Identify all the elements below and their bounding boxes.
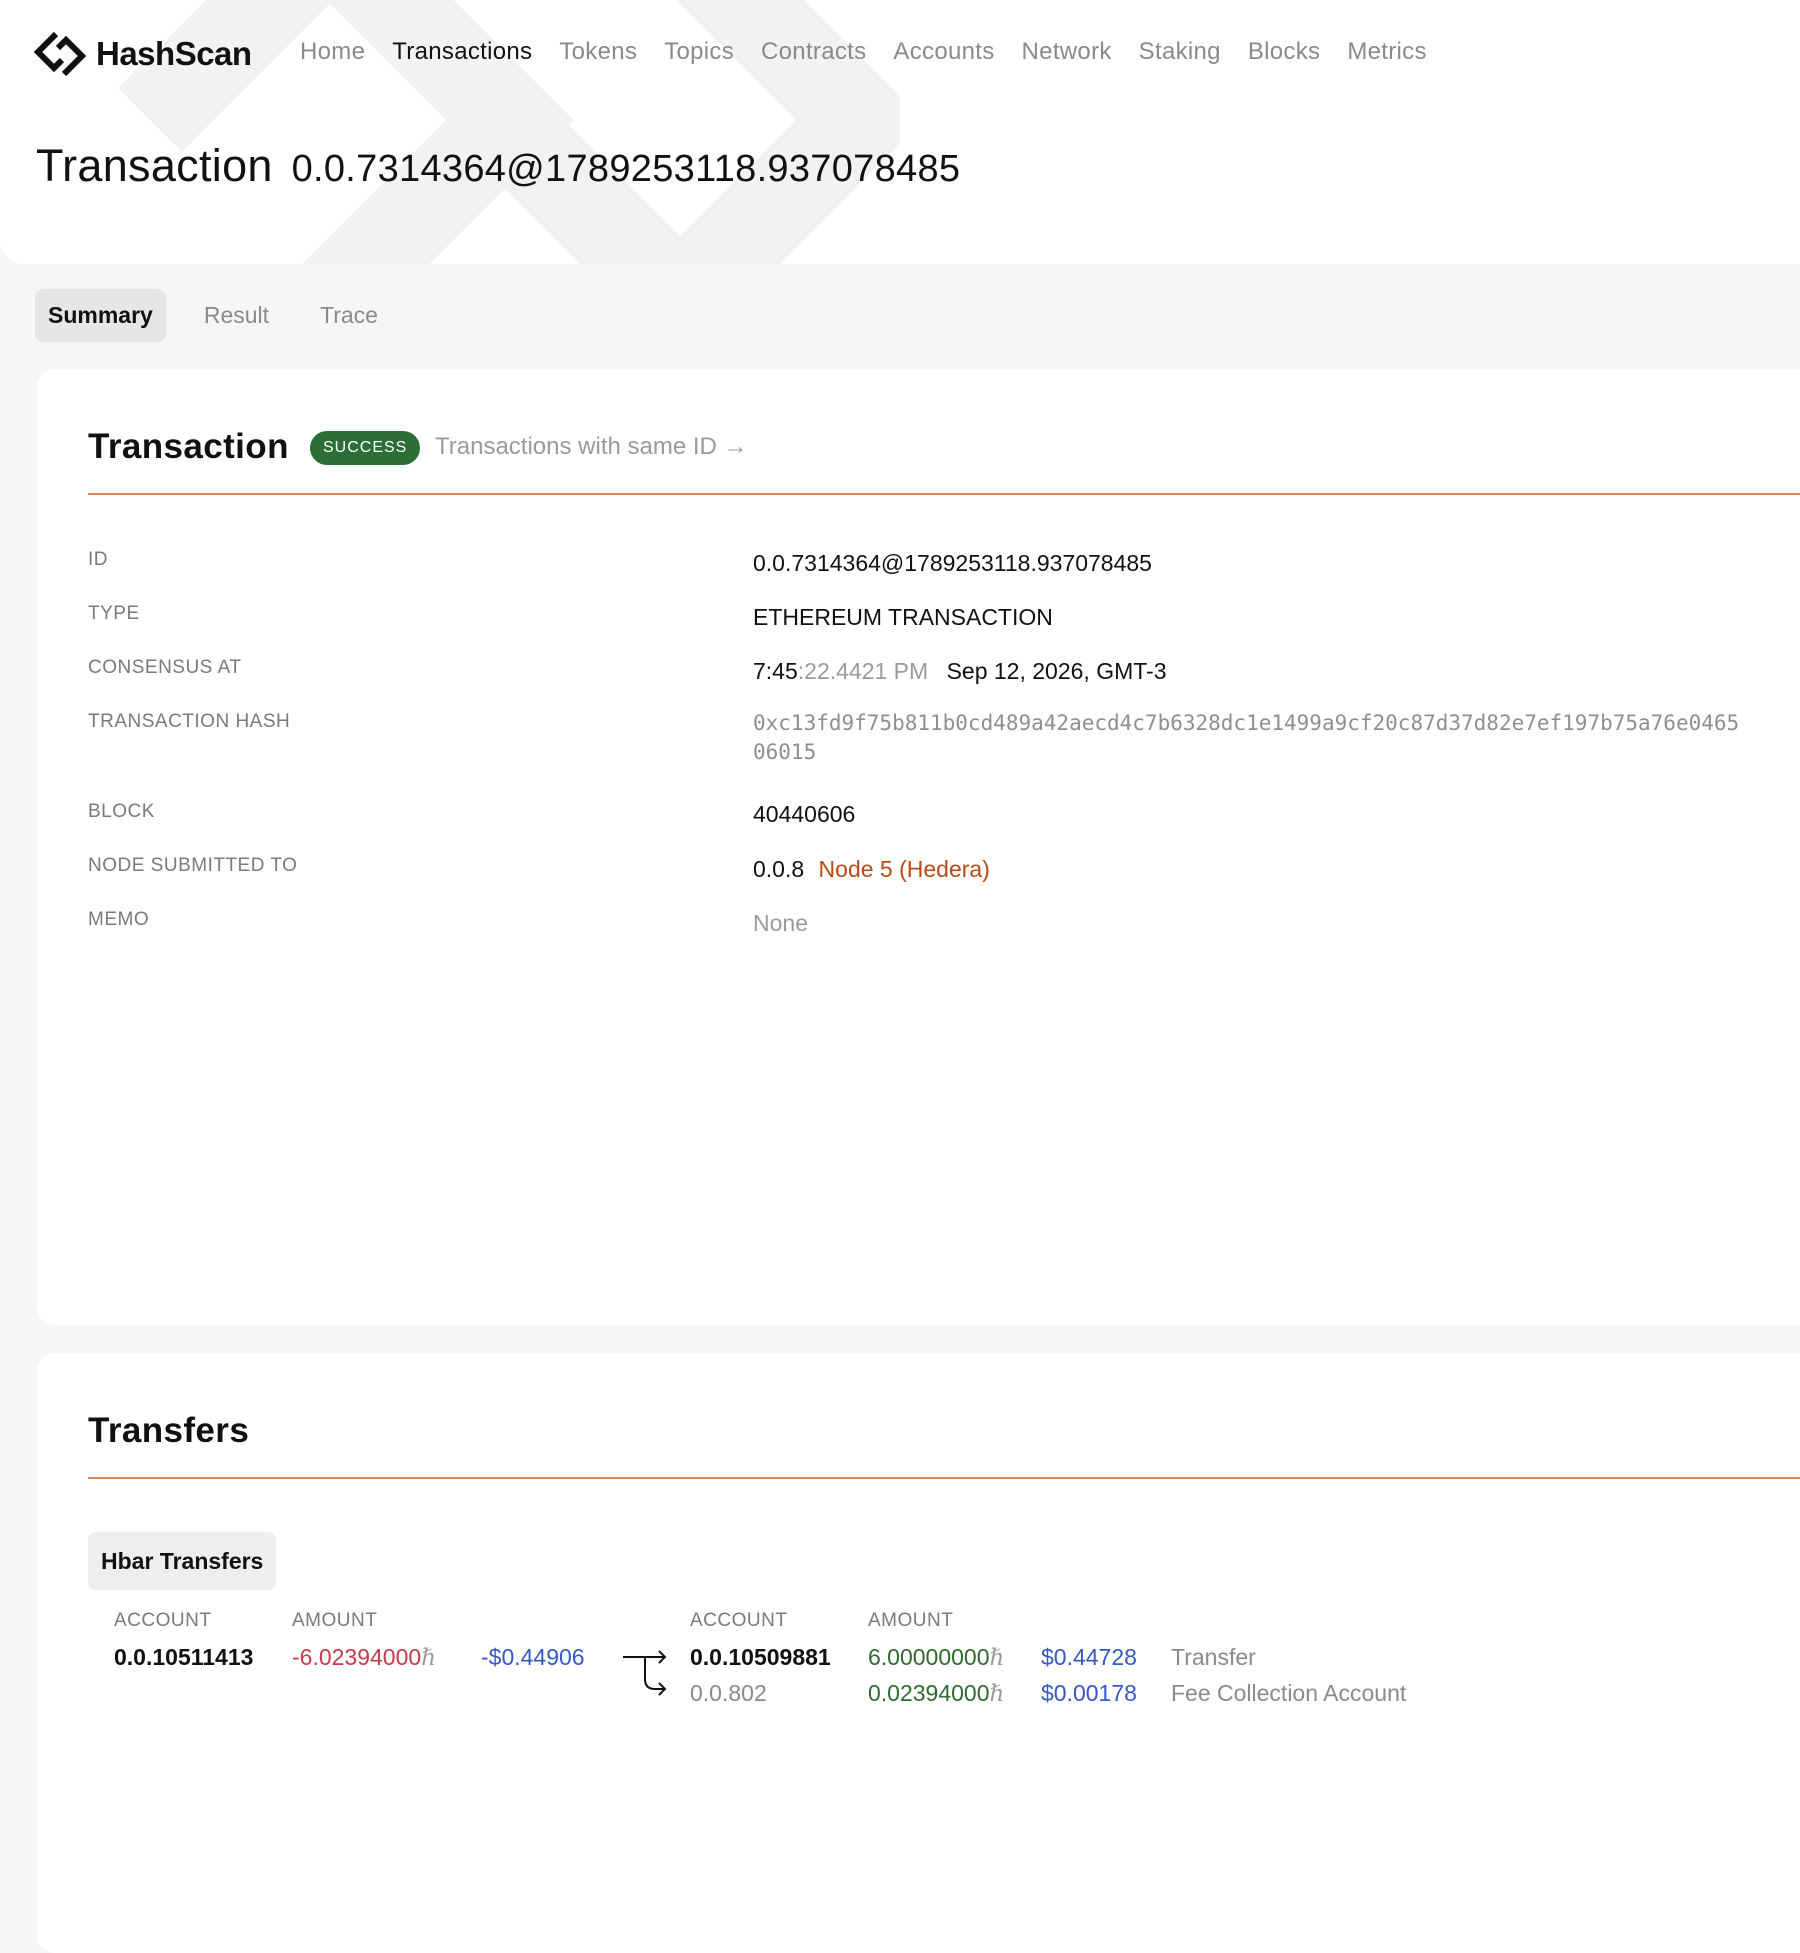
nav-contracts[interactable]: Contracts xyxy=(761,38,866,66)
memo-label: MEMO xyxy=(88,909,150,930)
page-title-transaction-id: 0.0.7314364@1789253118.937078485 xyxy=(291,148,961,190)
block-value[interactable]: 40440606 xyxy=(753,801,855,828)
hbar-transfers-tab[interactable]: Hbar Transfers xyxy=(88,1532,277,1590)
transaction-hash-value: 0xc13fd9f75b811b0cd489a42aecd4c7b6328dc1… xyxy=(753,709,1739,767)
from-amount-header: AMOUNT xyxy=(292,1610,378,1631)
transaction-tabs: Summary Result Trace xyxy=(35,289,416,342)
node-value: 0.0.8 Node 5 (Hedera) xyxy=(753,856,990,883)
id-value: 0.0.7314364@1789253118.937078485 xyxy=(753,550,1152,576)
from-account[interactable]: 0.0.10511413 xyxy=(114,1644,253,1671)
tab-summary[interactable]: Summary xyxy=(35,289,166,342)
node-label: NODE SUBMITTED TO xyxy=(88,855,298,876)
nav-topics[interactable]: Topics xyxy=(664,38,734,66)
to-usd: $0.44728 xyxy=(1041,1644,1137,1670)
id-label: ID xyxy=(88,549,108,570)
tab-result[interactable]: Result xyxy=(191,289,282,342)
card-divider xyxy=(88,493,1800,495)
hashscan-logo-icon xyxy=(34,31,86,77)
from-account-header: ACCOUNT xyxy=(114,1610,212,1631)
nav-accounts[interactable]: Accounts xyxy=(893,38,994,66)
fee-amount: 0.02394000ℏ xyxy=(868,1680,1004,1707)
nav-home[interactable]: Home xyxy=(300,38,365,66)
consensus-date: Sep 12, 2026, GMT-3 xyxy=(946,658,1167,684)
consensus-label: CONSENSUS AT xyxy=(88,657,242,678)
fee-description: Fee Collection Account xyxy=(1171,1680,1407,1706)
fee-account[interactable]: 0.0.802 xyxy=(690,1680,767,1707)
transaction-card-title: Transaction xyxy=(88,427,289,466)
from-amount-value: -6.02394000 xyxy=(292,1644,422,1670)
hash-line-1: 0xc13fd9f75b811b0cd489a42aecd4c7b6328dc1… xyxy=(753,711,1740,735)
from-usd: -$0.44906 xyxy=(481,1644,585,1670)
block-label: BLOCK xyxy=(88,801,155,822)
nav-blocks[interactable]: Blocks xyxy=(1248,38,1321,66)
nav-tokens[interactable]: Tokens xyxy=(559,38,637,66)
hash-line-2: 06015 xyxy=(753,740,817,764)
node-id[interactable]: 0.0.8 xyxy=(753,856,804,882)
nav-staking[interactable]: Staking xyxy=(1139,38,1221,66)
hashscan-logo[interactable]: HashScan xyxy=(34,28,252,80)
consensus-time-main: 7:45 xyxy=(753,658,798,684)
to-amount-header: AMOUNT xyxy=(868,1610,954,1631)
consensus-time-seconds: :22.4421 PM xyxy=(797,658,929,684)
page-title-prefix: Transaction xyxy=(36,140,273,191)
to-amount: 6.00000000ℏ xyxy=(868,1644,1004,1671)
main-nav: Home Transactions Tokens Topics Contract… xyxy=(300,38,1454,66)
node-name-link[interactable]: Node 5 (Hedera) xyxy=(819,856,990,882)
type-label: TYPE xyxy=(88,603,140,624)
consensus-value: 7:45:22.4421 PM Sep 12, 2026, GMT-3 xyxy=(753,658,1166,685)
hbar-symbol-icon: ℏ xyxy=(989,1645,1005,1671)
arrow-right-icon: → xyxy=(723,433,748,460)
to-account[interactable]: 0.0.10509881 xyxy=(690,1644,831,1671)
tab-trace[interactable]: Trace xyxy=(307,289,391,342)
page-header: HashScan Home Transactions Tokens Topics… xyxy=(0,0,1800,264)
to-amount-value: 6.00000000 xyxy=(868,1644,990,1670)
hash-label: TRANSACTION HASH xyxy=(88,711,291,732)
nav-network[interactable]: Network xyxy=(1022,38,1112,66)
same-id-link-label: Transactions with same ID xyxy=(435,433,717,460)
status-badge: SUCCESS xyxy=(310,431,421,465)
from-amount: -6.02394000ℏ xyxy=(292,1644,436,1671)
page-title: Transaction 0.0.7314364@1789253118.93707… xyxy=(36,140,960,192)
fee-usd: $0.00178 xyxy=(1041,1680,1137,1706)
hbar-symbol-icon: ℏ xyxy=(989,1681,1005,1707)
fee-amount-value: 0.02394000 xyxy=(868,1680,990,1706)
same-id-link[interactable]: Transactions with same ID → xyxy=(435,433,748,461)
nav-transactions[interactable]: Transactions xyxy=(392,38,532,66)
memo-value: None xyxy=(753,910,808,936)
nav-metrics[interactable]: Metrics xyxy=(1347,38,1426,66)
type-value: ETHEREUM TRANSACTION xyxy=(753,604,1053,630)
transfers-card: Transfers Hbar Transfers ACCOUNT AMOUNT … xyxy=(37,1353,1800,1953)
transfers-card-title: Transfers xyxy=(88,1411,250,1450)
transaction-card: Transaction SUCCESS Transactions with sa… xyxy=(37,369,1800,1325)
card-divider xyxy=(88,1477,1800,1479)
transfer-arrow-icon xyxy=(623,1650,667,1696)
to-account-header: ACCOUNT xyxy=(690,1610,788,1631)
brand-name: HashScan xyxy=(96,35,252,72)
hbar-symbol-icon: ℏ xyxy=(421,1645,437,1671)
to-description: Transfer xyxy=(1171,1644,1256,1670)
